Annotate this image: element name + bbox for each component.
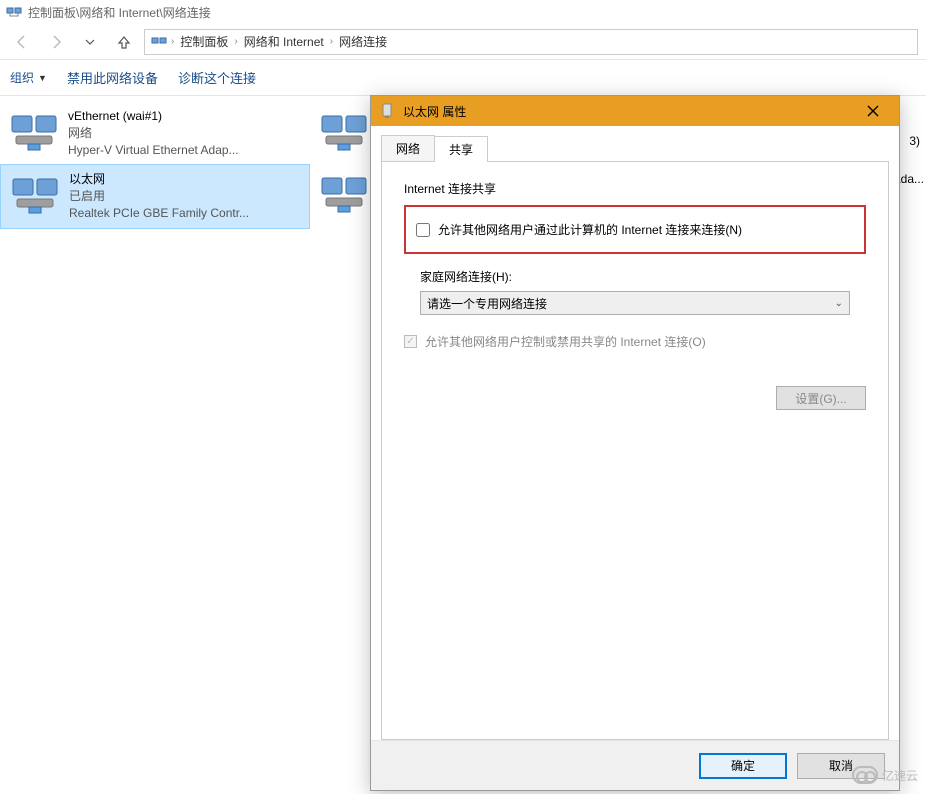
peek-text: 3) bbox=[909, 134, 920, 148]
dialog-titlebar[interactable]: 以太网 属性 bbox=[371, 96, 899, 126]
tab-network[interactable]: 网络 bbox=[381, 135, 435, 161]
breadcrumb-segment[interactable]: 控制面板 bbox=[178, 33, 230, 50]
up-button[interactable] bbox=[110, 28, 138, 56]
allow-connection-checkbox[interactable] bbox=[416, 223, 430, 237]
organize-label: 组织 bbox=[10, 69, 34, 86]
connection-item[interactable]: vEthernet (wai#1) 网络 Hyper-V Virtual Eth… bbox=[0, 102, 310, 164]
breadcrumb-segment[interactable]: 网络连接 bbox=[337, 33, 389, 50]
forward-button[interactable] bbox=[42, 28, 70, 56]
address-bar[interactable]: › 控制面板 › 网络和 Internet › 网络连接 bbox=[144, 29, 918, 55]
command-bar: 组织 ▼ 禁用此网络设备 诊断这个连接 bbox=[0, 60, 926, 96]
connection-status: 已启用 bbox=[69, 188, 249, 205]
home-network-select[interactable]: 请选一个专用网络连接 ⌄ bbox=[420, 291, 850, 315]
dialog-title: 以太网 属性 bbox=[403, 103, 843, 120]
chevron-down-icon: ▼ bbox=[38, 73, 47, 83]
connection-info: 以太网 已启用 Realtek PCIe GBE Family Contr... bbox=[69, 171, 249, 221]
chevron-right-icon: › bbox=[234, 36, 237, 47]
chevron-right-icon: › bbox=[171, 36, 174, 47]
settings-button: 设置(G)... bbox=[776, 386, 866, 410]
sharing-tab-panel: Internet 连接共享 允许其他网络用户通过此计算机的 Internet 连… bbox=[381, 162, 889, 740]
section-title: Internet 连接共享 bbox=[404, 180, 866, 197]
connection-status: 网络 bbox=[68, 125, 239, 142]
home-network-label: 家庭网络连接(H): bbox=[420, 268, 866, 285]
network-adapter-icon bbox=[11, 171, 59, 219]
adapter-icon bbox=[379, 103, 395, 119]
allow-connection-checkbox-row[interactable]: 允许其他网络用户通过此计算机的 Internet 连接来连接(N) bbox=[416, 221, 854, 238]
window-title: 控制面板\网络和 Internet\网络连接 bbox=[28, 4, 211, 21]
disable-device-button[interactable]: 禁用此网络设备 bbox=[67, 68, 158, 87]
highlight-box: 允许其他网络用户通过此计算机的 Internet 连接来连接(N) bbox=[404, 205, 866, 254]
connection-info: vEthernet (wai#1) 网络 Hyper-V Virtual Eth… bbox=[68, 108, 239, 158]
allow-connection-label: 允许其他网络用户通过此计算机的 Internet 连接来连接(N) bbox=[438, 221, 742, 238]
allow-control-checkbox: ✓ bbox=[404, 335, 417, 348]
cloud-icon bbox=[852, 766, 878, 784]
ok-button[interactable]: 确定 bbox=[699, 753, 787, 779]
navigation-bar: › 控制面板 › 网络和 Internet › 网络连接 bbox=[0, 24, 926, 60]
window-titlebar: 控制面板\网络和 Internet\网络连接 bbox=[0, 0, 926, 24]
dialog-footer: 确定 取消 bbox=[371, 740, 899, 790]
diagnose-connection-button[interactable]: 诊断这个连接 bbox=[178, 68, 256, 87]
chevron-down-icon: ⌄ bbox=[835, 298, 843, 309]
allow-control-checkbox-row: ✓ 允许其他网络用户控制或禁用共享的 Internet 连接(O) bbox=[404, 333, 866, 350]
connection-name: 以太网 bbox=[69, 171, 249, 188]
allow-control-label: 允许其他网络用户控制或禁用共享的 Internet 连接(O) bbox=[425, 333, 706, 350]
tab-sharing[interactable]: 共享 bbox=[434, 136, 488, 162]
network-adapter-icon bbox=[320, 108, 368, 156]
close-button[interactable] bbox=[851, 96, 895, 126]
back-button[interactable] bbox=[8, 28, 36, 56]
dialog-tabs: 网络 共享 bbox=[381, 136, 889, 162]
home-network-selected-value: 请选一个专用网络连接 bbox=[427, 295, 547, 312]
settings-row: 设置(G)... bbox=[404, 386, 866, 410]
organize-menu[interactable]: 组织 ▼ bbox=[10, 69, 47, 86]
recent-locations-button[interactable] bbox=[76, 28, 104, 56]
ethernet-properties-dialog: 以太网 属性 网络 共享 Internet 连接共享 允许其他网络用户通过此计算… bbox=[370, 95, 900, 791]
network-adapter-icon bbox=[320, 170, 368, 218]
chevron-right-icon: › bbox=[330, 36, 333, 47]
connection-adapter: Hyper-V Virtual Ethernet Adap... bbox=[68, 142, 239, 159]
dialog-body: 网络 共享 Internet 连接共享 允许其他网络用户通过此计算机的 Inte… bbox=[371, 126, 899, 740]
network-adapter-icon bbox=[10, 108, 58, 156]
app-icon bbox=[6, 4, 22, 20]
watermark-text: 亿速云 bbox=[882, 767, 918, 784]
breadcrumb-segment[interactable]: 网络和 Internet bbox=[242, 33, 326, 50]
connection-adapter: Realtek PCIe GBE Family Contr... bbox=[69, 205, 249, 222]
network-connections-icon bbox=[151, 34, 167, 50]
connection-item[interactable]: 以太网 已启用 Realtek PCIe GBE Family Contr... bbox=[0, 164, 310, 228]
watermark: 亿速云 bbox=[852, 766, 918, 784]
connection-name: vEthernet (wai#1) bbox=[68, 108, 239, 125]
